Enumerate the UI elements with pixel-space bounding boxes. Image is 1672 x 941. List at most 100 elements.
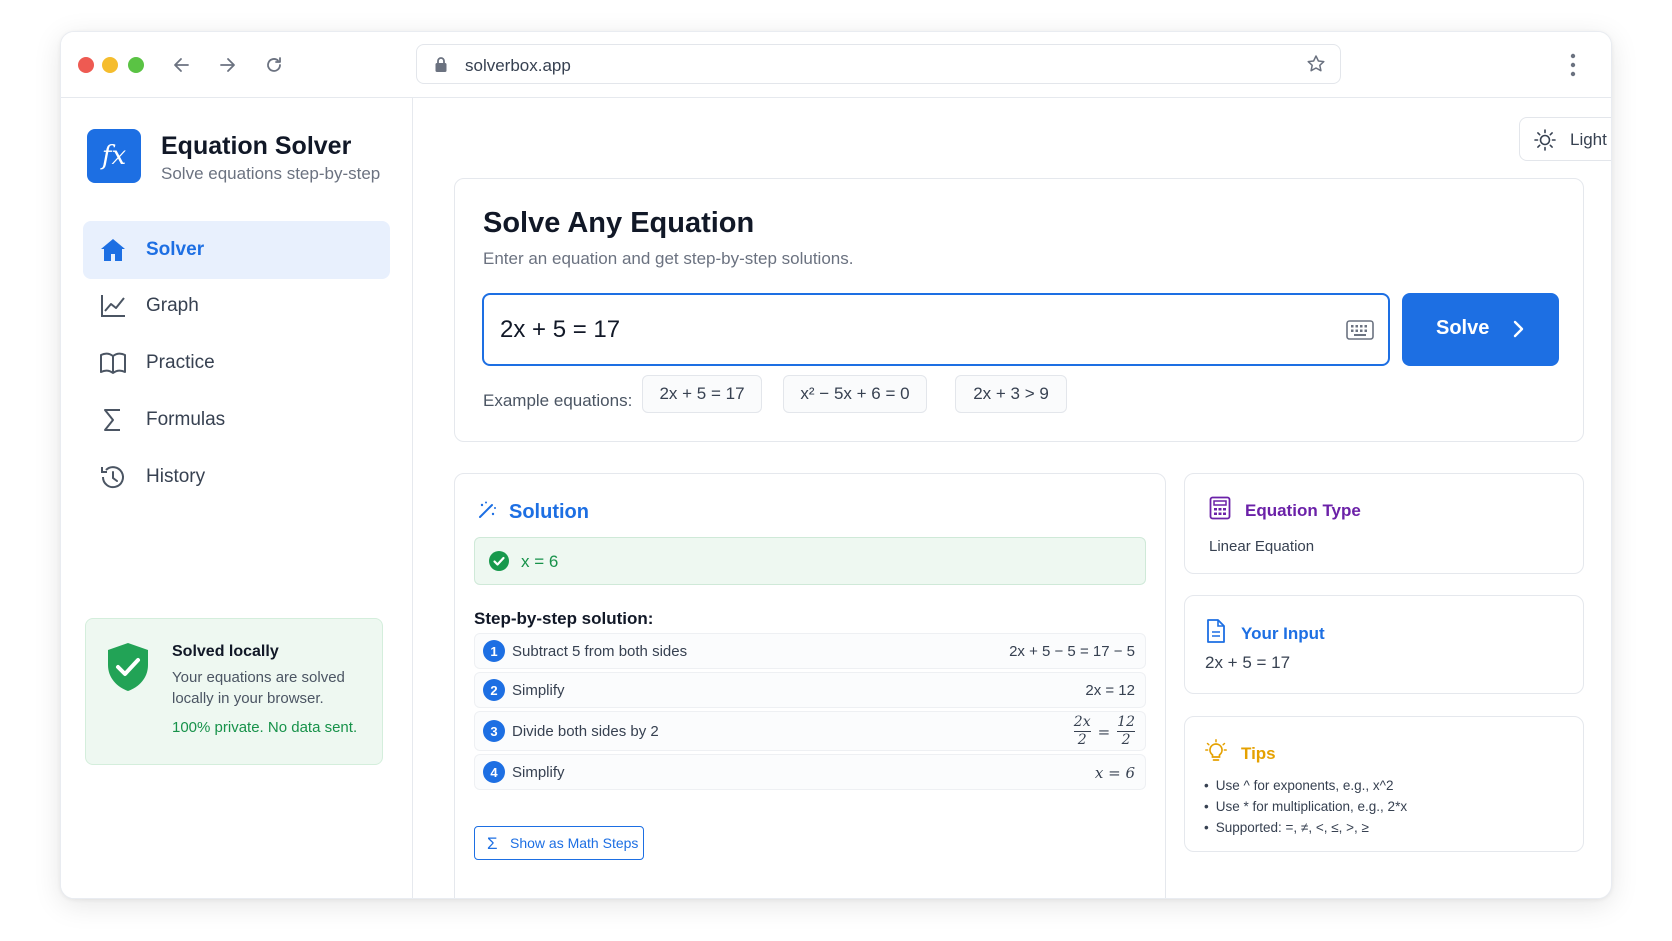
solve-card: Solve Any Equation Enter an equation and…: [454, 178, 1584, 442]
browser-window: solverbox.app fx Equation Solver Solve e…: [60, 31, 1612, 899]
step-expression: 2x 2 = 12 2: [1073, 714, 1135, 748]
solution-step: 4 Simplify x = 6: [474, 754, 1146, 790]
solution-card: Solution x = 6 Step-by-step solution: 1 …: [454, 473, 1166, 898]
app-title: Equation Solver: [161, 132, 352, 160]
answer-box: x = 6: [474, 537, 1146, 585]
sidebar-item-label: History: [146, 466, 206, 487]
equation-input[interactable]: [500, 311, 1300, 349]
step-expression: 2x + 5 − 5 = 17 − 5: [1009, 643, 1135, 660]
example-chip[interactable]: 2x + 3 > 9: [955, 375, 1067, 413]
close-window-button[interactable]: [78, 57, 94, 73]
solved-locally-text: Your equations are solved locally in you…: [172, 669, 345, 707]
chevron-right-icon: [1512, 319, 1524, 344]
step-expression: x = 6: [1094, 764, 1135, 782]
sidebar-item-formulas[interactable]: Formulas: [83, 391, 390, 449]
equation-type-header: Equation Type: [1209, 496, 1361, 525]
sidebar-item-label: Practice: [146, 352, 215, 373]
solve-button[interactable]: Solve: [1402, 293, 1559, 366]
solution-step: 1 Subtract 5 from both sides 2x + 5 − 5 …: [474, 633, 1146, 669]
tips-title: Tips: [1241, 743, 1276, 763]
theme-select[interactable]: Light: [1519, 117, 1611, 161]
solution-title: Solution: [509, 501, 589, 523]
line-chart-icon: [99, 293, 127, 319]
examples-label: Example equations:: [483, 391, 633, 410]
address-bar[interactable]: solverbox.app: [416, 44, 1341, 84]
steps-title: Step-by-step solution:: [474, 609, 654, 628]
equation-input-wrapper: [482, 293, 1390, 366]
step-label: Simplify: [512, 682, 565, 699]
equation-type-title: Equation Type: [1245, 500, 1361, 520]
browser-titlebar: solverbox.app: [61, 32, 1611, 98]
keyboard-icon[interactable]: [1346, 319, 1374, 341]
sidebar-item-practice[interactable]: Practice: [83, 334, 390, 392]
home-icon: [99, 237, 127, 263]
your-input-title: Your Input: [1241, 623, 1325, 643]
step-number: 2: [483, 679, 505, 701]
fraction: 2x 2: [1073, 714, 1091, 748]
sidebar: fx Equation Solver Solve equations step-…: [61, 98, 413, 898]
star-icon[interactable]: [1306, 54, 1326, 79]
solved-locally-card: Solved locally Your equations are solved…: [85, 618, 383, 765]
solved-locally-title: Solved locally: [172, 643, 279, 660]
lock-icon: [434, 56, 448, 78]
step-label: Divide both sides by 2: [512, 723, 659, 740]
tips-list: Use ^ for exponents, e.g., x^2 Use * for…: [1204, 775, 1407, 838]
sidebar-item-label: Graph: [146, 295, 199, 316]
sigma-icon: [99, 407, 127, 433]
solution-step: 3 Divide both sides by 2 2x 2 = 12 2: [474, 711, 1146, 751]
magic-wand-icon: [477, 500, 497, 525]
show-math-steps-button[interactable]: Σ Show as Math Steps: [474, 826, 644, 860]
solve-button-label: Solve: [1436, 317, 1490, 339]
page-title: Solve Any Equation: [483, 207, 755, 239]
minimize-window-button[interactable]: [102, 57, 118, 73]
sidebar-item-graph[interactable]: Graph: [83, 277, 390, 335]
fraction: 12 2: [1117, 714, 1135, 748]
app-logo: fx: [87, 129, 141, 183]
tip-item: Use * for multiplication, e.g., 2*x: [1204, 796, 1407, 817]
your-input-value: 2x + 5 = 17: [1205, 653, 1291, 672]
url-text: solverbox.app: [465, 56, 571, 75]
tip-item: Use ^ for exponents, e.g., x^2: [1204, 775, 1407, 796]
book-icon: [99, 350, 127, 376]
theme-label: Light: [1570, 130, 1607, 149]
shield-check-icon: [104, 641, 152, 698]
back-arrow-icon[interactable]: [167, 50, 197, 80]
sun-icon: [1534, 129, 1556, 156]
forward-arrow-icon[interactable]: [212, 50, 242, 80]
tips-header: Tips: [1205, 739, 1276, 768]
equation-type-value: Linear Equation: [1209, 538, 1315, 555]
step-number: 3: [483, 720, 505, 742]
step-label: Simplify: [512, 764, 565, 781]
sigma-icon: Σ: [487, 834, 498, 853]
sidebar-item-label: Formulas: [146, 409, 226, 430]
tips-card: Tips Use ^ for exponents, e.g., x^2 Use …: [1184, 716, 1584, 852]
history-icon: [99, 464, 127, 490]
maximize-window-button[interactable]: [128, 57, 144, 73]
solution-header: Solution: [477, 500, 589, 525]
solution-step: 2 Simplify 2x = 12: [474, 672, 1146, 708]
step-number: 1: [483, 640, 505, 662]
app-subtitle: Solve equations step-by-step: [161, 164, 381, 183]
document-icon: [1205, 618, 1227, 649]
calculator-icon: [1209, 496, 1231, 525]
your-input-header: Your Input: [1205, 618, 1325, 649]
step-number: 4: [483, 761, 505, 783]
example-chip[interactable]: x² − 5x + 6 = 0: [783, 375, 927, 413]
sidebar-item-label: Solver: [146, 239, 205, 260]
example-chip[interactable]: 2x + 5 = 17: [642, 375, 762, 413]
step-expression: 2x = 12: [1085, 682, 1135, 699]
step-label: Subtract 5 from both sides: [512, 643, 688, 660]
show-math-steps-label: Show as Math Steps: [510, 835, 639, 851]
reload-icon[interactable]: [259, 50, 289, 80]
page-subtitle: Enter an equation and get step-by-step s…: [483, 249, 854, 268]
lightbulb-icon: [1205, 739, 1227, 768]
your-input-card: Your Input 2x + 5 = 17: [1184, 595, 1584, 694]
equation-type-card: Equation Type Linear Equation: [1184, 473, 1584, 574]
tip-item: Supported: =, ≠, <, ≤, >, ≥: [1204, 817, 1407, 838]
sidebar-item-solver[interactable]: Solver: [83, 221, 390, 279]
kebab-menu-icon[interactable]: [1569, 53, 1577, 82]
answer-text: x = 6: [521, 552, 559, 571]
privacy-note: 100% private. No data sent.: [172, 719, 358, 736]
check-circle-icon: [489, 551, 509, 571]
sidebar-item-history[interactable]: History: [83, 448, 390, 506]
